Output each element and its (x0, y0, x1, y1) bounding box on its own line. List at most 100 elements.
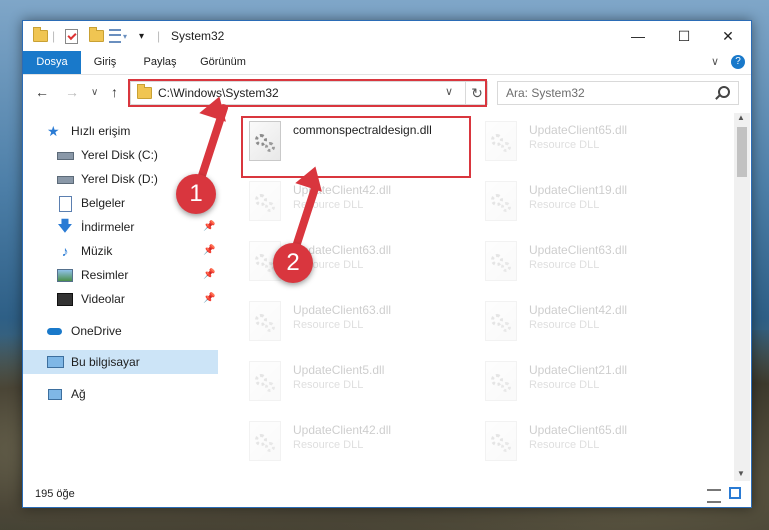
sidebar-item-downloads[interactable]: 🡇 İndirmeler (57, 216, 134, 238)
download-icon: 🡇 (57, 218, 73, 235)
dll-file-icon (249, 361, 281, 401)
recent-locations-button[interactable]: ∨ (91, 87, 98, 98)
tab-paylas[interactable]: Paylaş (135, 51, 185, 74)
sidebar-item-documents[interactable]: Belgeler (57, 192, 125, 214)
file-item[interactable]: UpdateClient63.dll Resource DLL (245, 299, 465, 349)
ribbon-tabs: Dosya Giriş Paylaş Görünüm ∨ ? (23, 51, 751, 75)
file-item[interactable]: UpdateClient19.dll Resource DLL (481, 179, 701, 229)
address-highlight-box (128, 79, 487, 107)
search-box[interactable]: Ara: System32 (497, 81, 739, 105)
sidebar-item-pictures[interactable]: Resimler (57, 264, 128, 286)
properties-icon[interactable] (65, 27, 78, 45)
details-view-icon[interactable] (707, 489, 721, 503)
file-name: UpdateClient21.dll (529, 363, 628, 377)
tab-dosya[interactable]: Dosya (23, 51, 81, 74)
file-type: Resource DLL (529, 139, 600, 151)
sidebar-item-music[interactable]: ♪ Müzik (57, 240, 113, 262)
file-name: UpdateClient42.dll (529, 303, 628, 317)
cloud-icon (47, 324, 63, 338)
forward-button[interactable]: → (65, 84, 79, 100)
drive-icon (57, 148, 74, 162)
dll-file-icon (249, 181, 281, 221)
toolbar-separator: | (52, 29, 56, 43)
file-type: Resource DLL (293, 439, 364, 451)
back-button[interactable]: ← (35, 84, 49, 100)
sidebar-item-label: Belgeler (81, 196, 126, 210)
sidebar-item-label: Ağ (71, 387, 86, 401)
file-item[interactable]: UpdateClient42.dll Resource DLL (245, 419, 465, 469)
maximize-button[interactable]: ☐ (661, 21, 707, 51)
expand-ribbon-icon[interactable]: ∨ (705, 51, 725, 74)
documents-icon (57, 196, 73, 212)
music-icon: ♪ (61, 243, 69, 259)
file-highlight-box (241, 116, 471, 178)
sidebar-item-label: Resimler (81, 268, 129, 282)
file-type: Resource DLL (529, 319, 600, 331)
dll-file-icon (485, 181, 517, 221)
drive-icon (57, 172, 74, 186)
sidebar-item-local-disk-c[interactable]: Yerel Disk (C:) (57, 144, 158, 166)
sidebar-item-quick-access[interactable]: ★ Hızlı erişim (47, 120, 130, 142)
dll-file-icon (249, 421, 281, 461)
step-2-badge: 2 (273, 243, 313, 283)
up-button[interactable]: ↑ (111, 84, 118, 100)
tab-gorunum[interactable]: Görünüm (193, 51, 253, 74)
file-type: Resource DLL (529, 379, 600, 391)
videos-icon (57, 292, 73, 306)
pin-icon[interactable]: 📌 (203, 269, 215, 280)
star-icon: ★ (47, 123, 60, 139)
file-item[interactable]: UpdateClient63.dll Resource DLL (481, 239, 701, 289)
step-1-badge: 1 (176, 174, 216, 214)
quick-access-folder-icon[interactable] (33, 27, 48, 45)
sidebar-item-label: Hızlı erişim (71, 124, 131, 138)
file-name: UpdateClient19.dll (529, 183, 628, 197)
scrollbar-thumb[interactable] (737, 127, 747, 177)
customize-toolbar-icon[interactable]: ▾ (139, 27, 144, 45)
tab-giris[interactable]: Giriş (83, 51, 127, 74)
sidebar-item-label: İndirmeler (81, 220, 135, 234)
file-name: UpdateClient5.dll (293, 363, 385, 377)
title-bar: | ▾ ▾ | System32 — ☐ ✕ (23, 21, 751, 51)
view-options-icon[interactable]: ▾ (109, 27, 127, 45)
file-name: UpdateClient65.dll (529, 423, 628, 437)
sidebar-item-this-pc[interactable]: Bu bilgisayar (47, 351, 140, 373)
navigation-pane: ★ Hızlı erişim Yerel Disk (C:) Yerel Dis… (23, 113, 218, 481)
file-name: UpdateClient65.dll (529, 123, 628, 137)
file-item[interactable]: UpdateClient65.dll Resource DLL (481, 119, 701, 169)
file-name: UpdateClient63.dll (529, 243, 628, 257)
large-icons-view-icon[interactable] (729, 487, 741, 499)
file-type: Resource DLL (293, 319, 364, 331)
dll-file-icon (485, 241, 517, 281)
pin-icon[interactable]: 📌 (203, 293, 215, 304)
vertical-scrollbar[interactable]: ▲ ▼ (734, 113, 750, 481)
file-item[interactable]: UpdateClient5.dll Resource DLL (245, 359, 465, 409)
item-count: 195 öğe (35, 488, 75, 500)
file-item[interactable]: UpdateClient42.dll Resource DLL (481, 299, 701, 349)
dll-file-icon (485, 121, 517, 161)
scroll-up-icon[interactable]: ▲ (737, 113, 745, 122)
status-bar: 195 öğe (23, 483, 751, 507)
sidebar-item-videos[interactable]: Videolar (57, 288, 125, 310)
computer-icon (47, 355, 64, 369)
minimize-button[interactable]: — (615, 21, 661, 51)
sidebar-item-label: OneDrive (71, 324, 122, 338)
sidebar-item-label: Yerel Disk (C:) (81, 148, 158, 162)
scroll-down-icon[interactable]: ▼ (737, 469, 745, 478)
pin-icon[interactable]: 📌 (203, 221, 215, 232)
file-item[interactable]: UpdateClient42.dll Resource DLL (245, 179, 465, 229)
sidebar-item-network[interactable]: Ağ (47, 383, 86, 405)
sidebar-item-label: Müzik (81, 244, 113, 258)
close-button[interactable]: ✕ (705, 21, 751, 51)
search-icon[interactable] (715, 86, 730, 100)
sidebar-item-local-disk-d[interactable]: Yerel Disk (D:) (57, 168, 158, 190)
file-type: Resource DLL (293, 379, 364, 391)
toolbar-separator: | (157, 29, 161, 43)
sidebar-item-onedrive[interactable]: OneDrive (47, 320, 122, 342)
new-folder-icon[interactable] (89, 27, 104, 45)
help-icon[interactable]: ? (731, 55, 745, 69)
file-item[interactable]: UpdateClient65.dll Resource DLL (481, 419, 701, 469)
pin-icon[interactable]: 📌 (203, 245, 215, 256)
file-type: Resource DLL (529, 439, 600, 451)
dll-file-icon (249, 301, 281, 341)
file-item[interactable]: UpdateClient21.dll Resource DLL (481, 359, 701, 409)
